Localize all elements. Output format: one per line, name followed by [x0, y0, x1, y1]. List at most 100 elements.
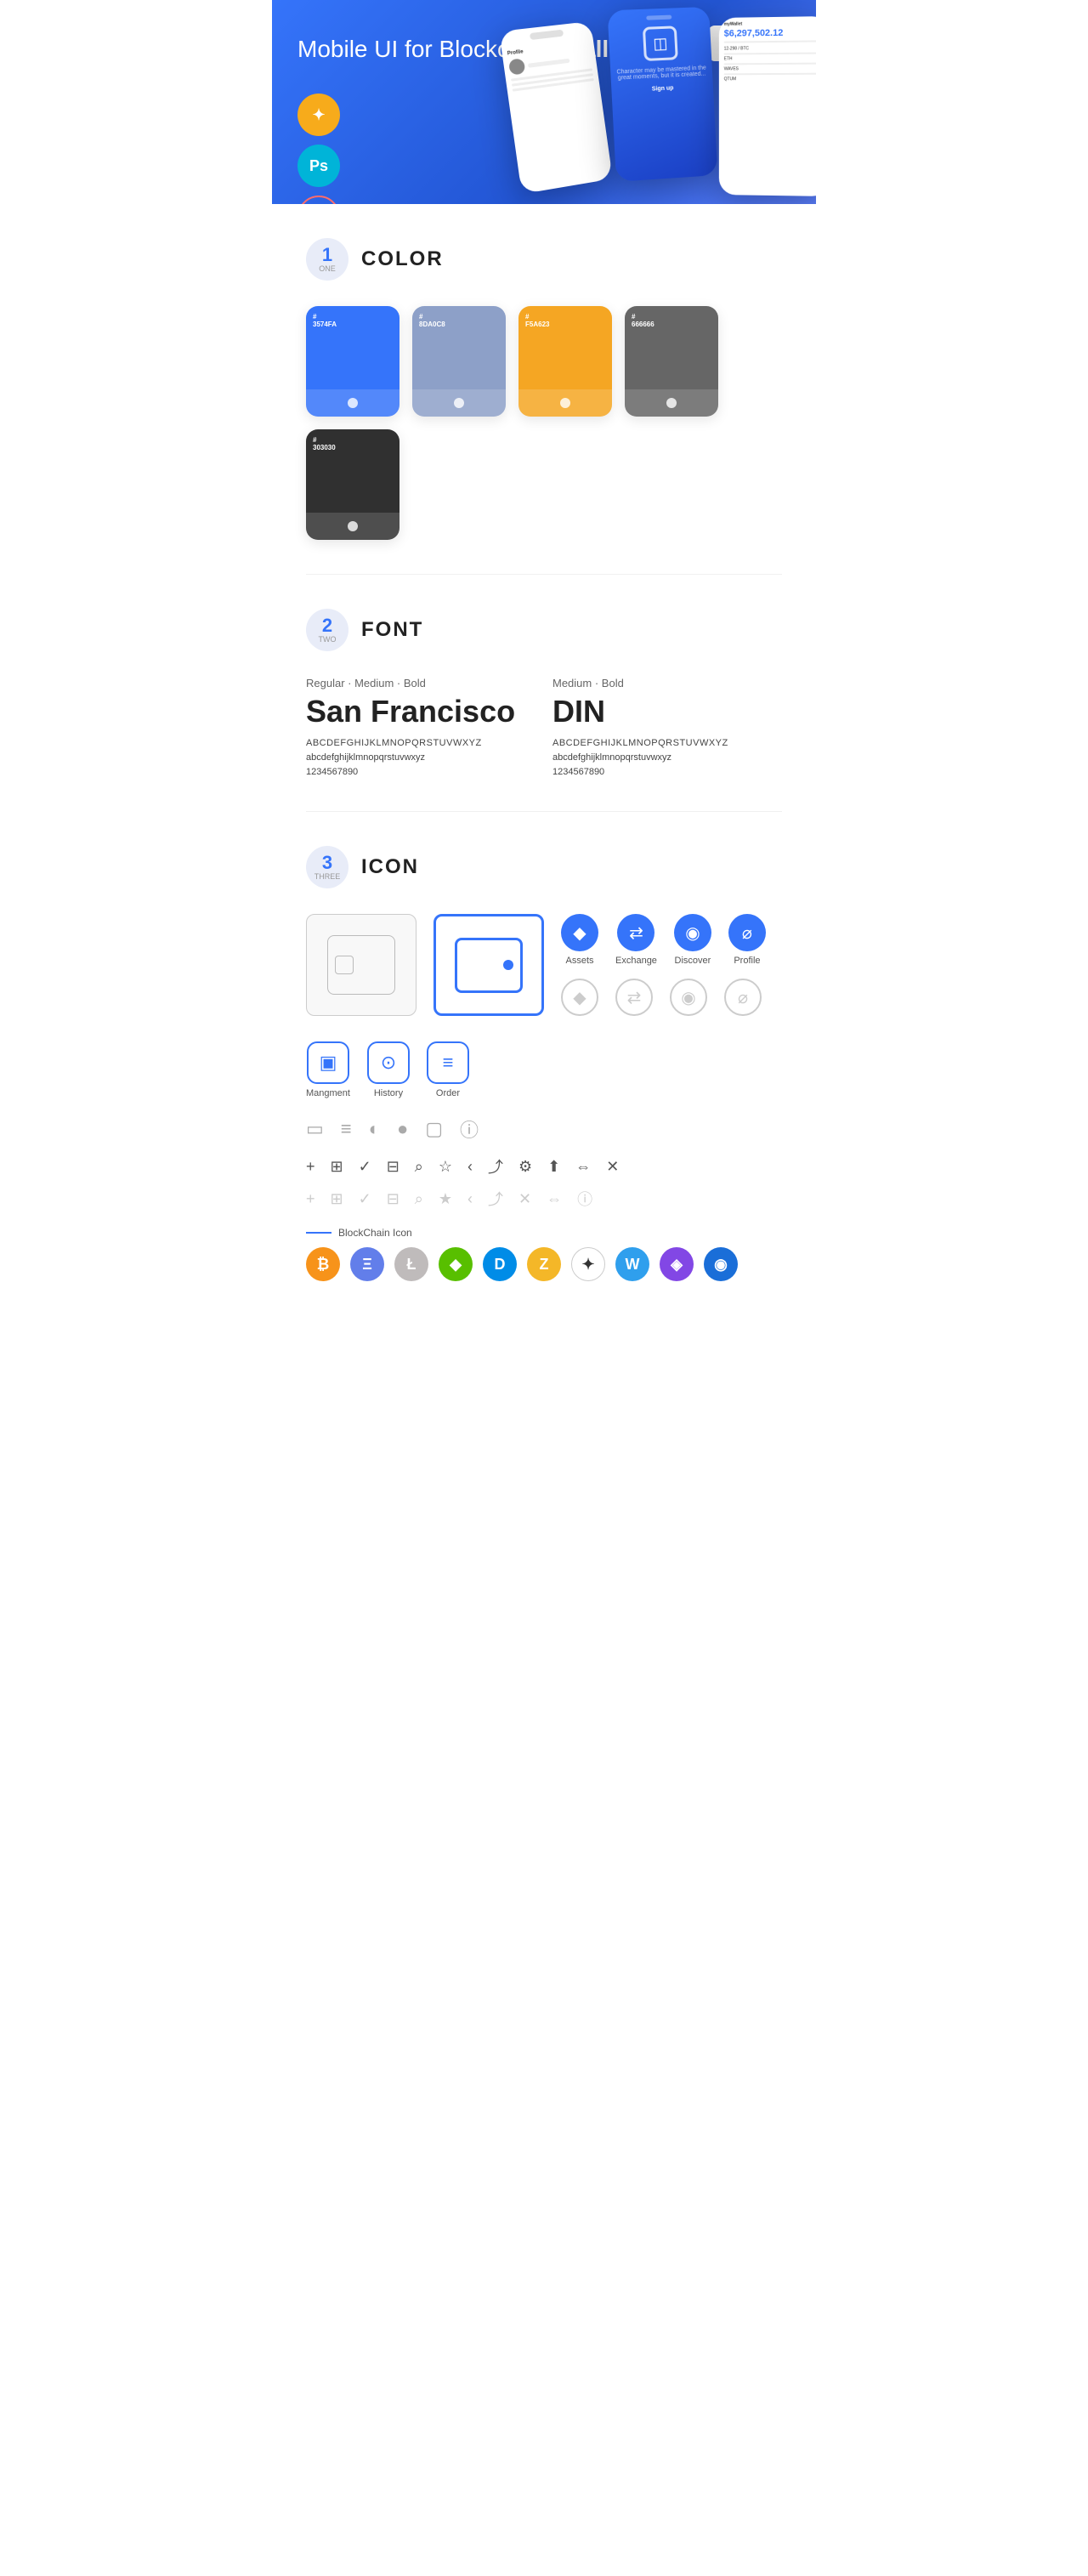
- grid-m-icon: ⊞: [331, 1190, 343, 1208]
- blockchain-line: [306, 1232, 332, 1234]
- management-icon[interactable]: ▣ Mangment: [306, 1041, 350, 1098]
- font-section-number: 2 TWO: [306, 609, 348, 651]
- bubble-icon: ▢: [425, 1118, 443, 1140]
- history-icon[interactable]: ⊙ History: [367, 1041, 410, 1098]
- ethereum-coin-icon: Ξ: [350, 1247, 384, 1281]
- bitcoin-coin-icon: ₿: [306, 1247, 340, 1281]
- discover-icon-filled[interactable]: ◉ Discover: [674, 914, 711, 966]
- settings-icon[interactable]: ⚙: [518, 1158, 532, 1176]
- icon-section-header: 3 THREE ICON: [306, 846, 782, 888]
- hero-badges: ✦ Ps 60+Screens: [298, 94, 340, 204]
- share-icon[interactable]: ⤴: [488, 1155, 503, 1177]
- plus-icon[interactable]: +: [306, 1158, 315, 1176]
- blockchain-label-row: BlockChain Icon: [306, 1227, 782, 1239]
- color-swatches-container: # 3574FA # 8DA0C8 # F5A623 # 666666 # 30…: [306, 306, 782, 540]
- check-icon[interactable]: ✓: [359, 1158, 371, 1176]
- crypto-icons-row: ₿ΞŁ◆DZ✦W◈◉: [306, 1247, 782, 1281]
- exchange-icon-filled[interactable]: ⇄ Exchange: [615, 914, 657, 966]
- phone-right: myWallet $6,297,502.12 12-298 / BTC ETH …: [719, 16, 816, 196]
- assets-icon-outline[interactable]: ◆: [561, 979, 598, 1016]
- blockchain-label: BlockChain Icon: [338, 1227, 412, 1239]
- qr-icon[interactable]: ⊟: [387, 1158, 400, 1176]
- discover-icon-outline[interactable]: ◉: [670, 979, 707, 1016]
- screens-count-badge: 60+Screens: [298, 196, 340, 204]
- toolbar-icons-row: + ⊞ ✓ ⊟ ⌕ ☆ ‹ ⤴ ⚙ ⬆ ⇔ ✕: [306, 1155, 782, 1177]
- font-section-title: FONT: [361, 618, 423, 642]
- management-icon-btn: ▣: [307, 1041, 349, 1084]
- order-icon-btn: ≡: [427, 1041, 469, 1084]
- nav-icons-row: ◆ Assets ⇄ Exchange ◉ Discover ⌀ Profile: [561, 914, 766, 966]
- icon-section: 3 THREE ICON ◆ Assets ⇄ Exchange ◉ Disco…: [272, 812, 816, 1315]
- assets-icon-filled-circle: ◆: [561, 914, 598, 951]
- color-section-title: COLOR: [361, 247, 444, 271]
- close-icon[interactable]: ✕: [606, 1158, 619, 1176]
- swatch-dark-gray: # 666666: [625, 306, 718, 417]
- font-block-san-francisco: Regular · Medium · Bold San Francisco AB…: [306, 677, 536, 777]
- plus-m-icon: +: [306, 1190, 315, 1208]
- back-icon[interactable]: ‹: [468, 1158, 473, 1176]
- wallet-colored-icon: [434, 914, 544, 1016]
- moon-icon: ◐: [369, 1118, 380, 1140]
- share-m-icon: ⤴: [488, 1188, 503, 1210]
- discover-icon-outline-circle: ◉: [670, 979, 707, 1016]
- nav-icons-row-outline: ◆ ⇄ ◉ ⌀: [561, 979, 766, 1016]
- icon-section-number: 3 THREE: [306, 846, 348, 888]
- exchange-icon-outline-circle: ⇄: [615, 979, 653, 1016]
- font-block-din: Medium · Bold DIN ABCDEFGHIJKLMNOPQRSTUV…: [552, 677, 782, 777]
- info-icon: ⓘ: [460, 1115, 479, 1143]
- misc-icons-row: ▭ ≡ ◐ ● ▢ ⓘ: [306, 1115, 782, 1143]
- action-icons-row: ▣ Mangment ⊙ History ≡ Order: [306, 1041, 782, 1098]
- swatch-yellow: # F5A623: [518, 306, 612, 417]
- search-m-icon: ⌕: [415, 1190, 423, 1208]
- hero-section: Mobile UI for Blockchain Wallet UI Kit ✦…: [272, 0, 816, 204]
- sketch-badge: ✦: [298, 94, 340, 136]
- photoshop-badge: Ps: [298, 145, 340, 187]
- litecoin-coin-icon: Ł: [394, 1247, 428, 1281]
- grid-edit-icon[interactable]: ⊞: [331, 1158, 343, 1176]
- color-section-number: 1 ONE: [306, 238, 348, 281]
- toolbar-icons-muted-row: + ⊞ ✓ ⊟ ⌕ ★ ‹ ⤴ ✕ ⇔ ⓘ: [306, 1188, 782, 1210]
- chat-icon: ▭: [306, 1118, 324, 1140]
- font-section-header: 2 TWO FONT: [306, 609, 782, 651]
- resize-m-icon: ⇔: [547, 1190, 562, 1208]
- phone-center: ◫ Character may be mastered in the great…: [608, 7, 718, 182]
- color-section-header: 1 ONE COLOR: [306, 238, 782, 281]
- search-icon[interactable]: ⌕: [415, 1158, 423, 1176]
- discover-icon-filled-circle: ◉: [674, 914, 711, 951]
- order-icon[interactable]: ≡ Order: [427, 1041, 469, 1098]
- check-m-icon: ✓: [359, 1190, 371, 1208]
- profile-icon-filled-circle: ⌀: [728, 914, 766, 951]
- profile-icon-filled[interactable]: ⌀ Profile: [728, 914, 766, 966]
- nav-icons-group: ◆ Assets ⇄ Exchange ◉ Discover ⌀ Profile…: [561, 914, 766, 1016]
- qr-m-icon: ⊟: [387, 1190, 400, 1208]
- star-icon[interactable]: ☆: [439, 1158, 452, 1176]
- icon-main-demos: ◆ Assets ⇄ Exchange ◉ Discover ⌀ Profile…: [306, 914, 782, 1016]
- assets-icon-outline-circle: ◆: [561, 979, 598, 1016]
- stack-icon: ≡: [341, 1118, 352, 1140]
- font-grid: Regular · Medium · Bold San Francisco AB…: [306, 677, 782, 777]
- star-filled-icon: ★: [439, 1190, 452, 1208]
- swatch-gray: # 8DA0C8: [412, 306, 506, 417]
- back-m-icon: ‹: [468, 1190, 473, 1208]
- font-section: 2 TWO FONT Regular · Medium · Bold San F…: [272, 575, 816, 811]
- profile-icon-outline-circle: ⌀: [724, 979, 762, 1016]
- close-m-icon: ✕: [518, 1190, 531, 1208]
- exchange-icon-filled-circle: ⇄: [617, 914, 654, 951]
- neo-coin-icon: ◆: [439, 1247, 473, 1281]
- iota-coin-icon: ✦: [571, 1247, 605, 1281]
- wallet-wireframe-icon: [306, 914, 416, 1016]
- icon-section-title: ICON: [361, 855, 419, 879]
- swatch-black: # 303030: [306, 429, 400, 540]
- assets-icon-filled[interactable]: ◆ Assets: [561, 914, 598, 966]
- history-icon-btn: ⊙: [367, 1041, 410, 1084]
- polygon-coin-icon: ◈: [660, 1247, 694, 1281]
- profile-icon-outline[interactable]: ⌀: [724, 979, 762, 1016]
- swatch-blue: # 3574FA: [306, 306, 400, 417]
- color-section: 1 ONE COLOR # 3574FA # 8DA0C8 # F5A623 #…: [272, 204, 816, 574]
- exchange-icon-outline[interactable]: ⇄: [615, 979, 653, 1016]
- upload-icon[interactable]: ⬆: [547, 1158, 560, 1176]
- phone-left: Profile: [499, 21, 613, 194]
- resize-icon[interactable]: ⇔: [575, 1158, 591, 1176]
- info-m-icon: ⓘ: [577, 1188, 592, 1210]
- circle-icon: ●: [397, 1118, 408, 1140]
